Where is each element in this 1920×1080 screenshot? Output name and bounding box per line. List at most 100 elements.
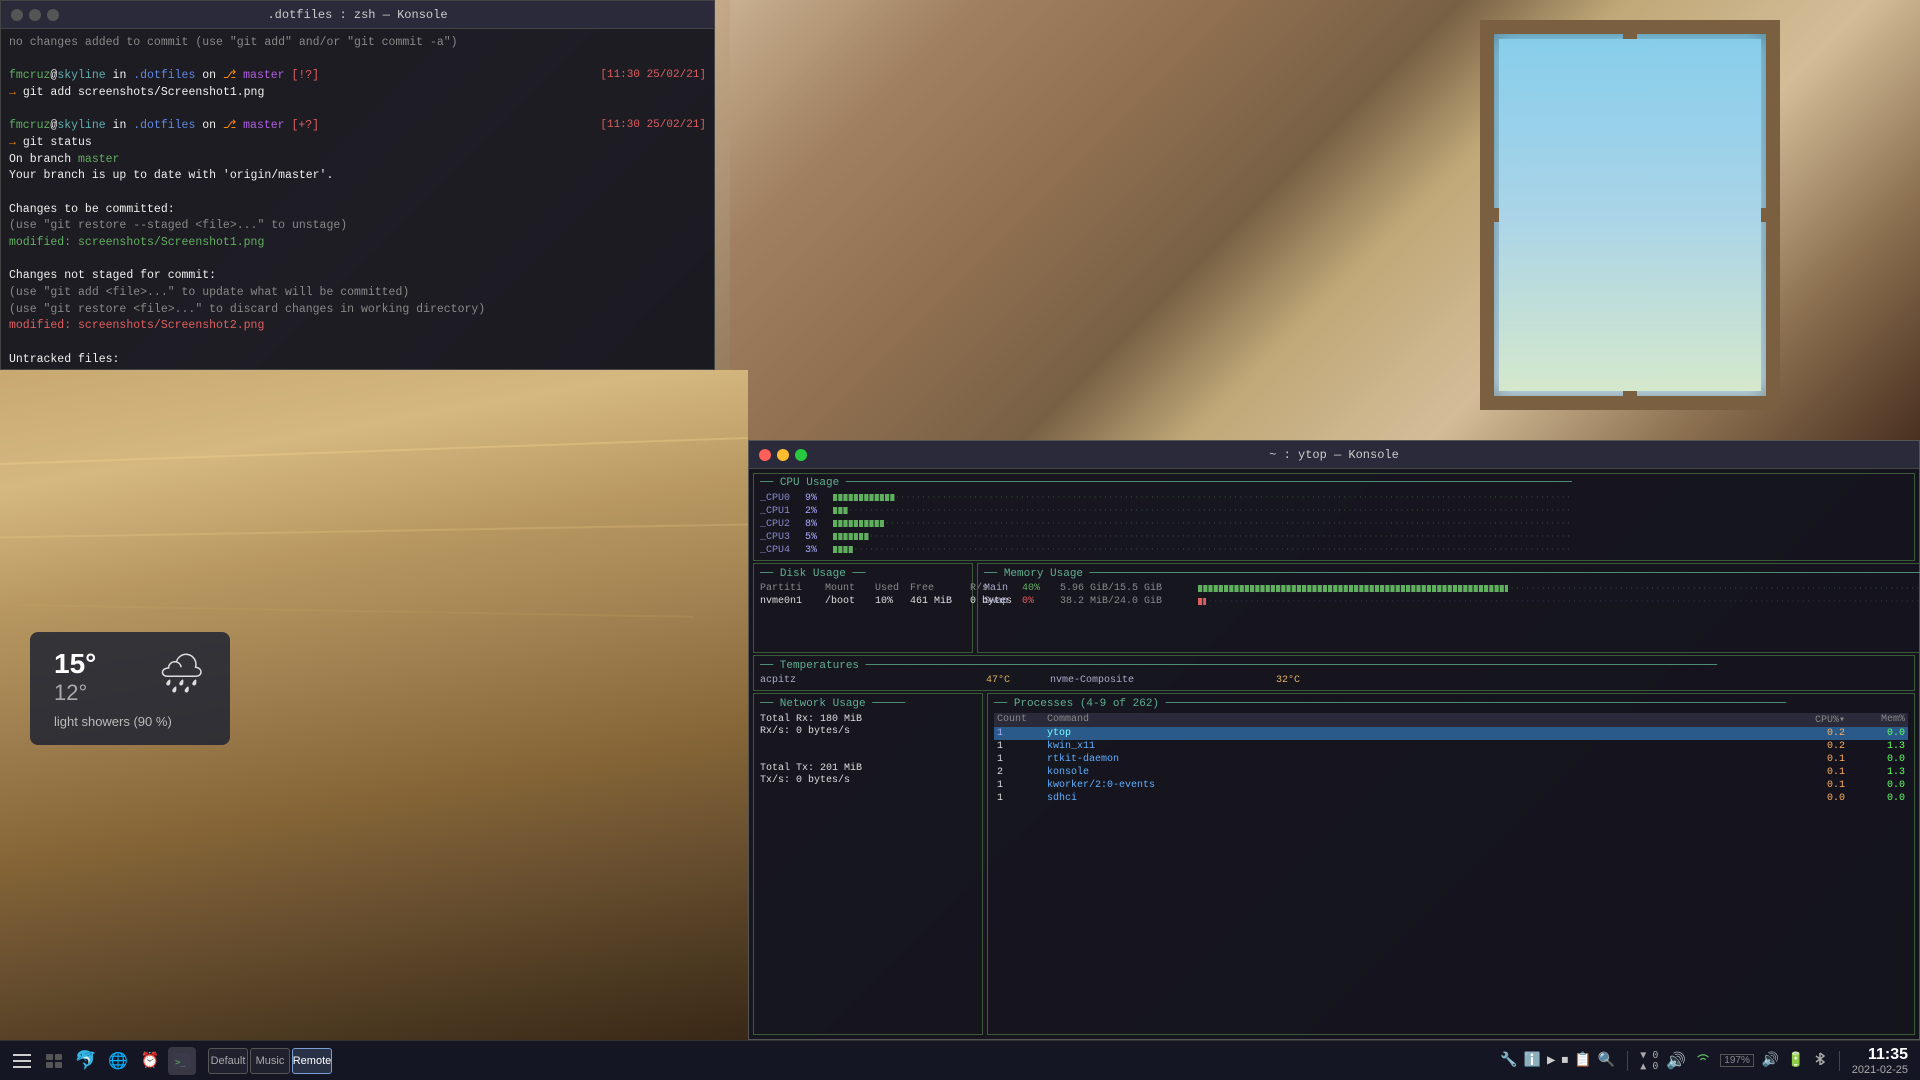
proc-count-1: 1 xyxy=(997,741,1047,752)
terminal-max-btn[interactable] xyxy=(47,9,59,21)
proc-cpu-2: 0.1 xyxy=(1775,754,1845,765)
terminal-ytop-window: ~ : ytop — Konsole ── CPU Usage ────────… xyxy=(748,440,1920,1040)
cpu-bar-bg-0: ········································… xyxy=(833,494,1908,502)
cpu-bar-fill-4: ████ xyxy=(833,546,865,554)
vdesk-remote[interactable]: Remote xyxy=(292,1048,332,1074)
taskbar-terminal-icon[interactable]: >_ xyxy=(168,1047,196,1075)
term-blank-1 xyxy=(9,52,706,69)
mem-main-label: Main xyxy=(984,583,1014,594)
proc-hdr-cpu: CPU%▾ xyxy=(1775,714,1845,726)
proc-row-rtkit: 1 rtkit-daemon 0.1 0.0 xyxy=(994,753,1908,766)
cpu-pct-1: 2% xyxy=(805,506,833,517)
cpu-pct-2: 8% xyxy=(805,519,833,530)
cpu-label-3: _CPU3 xyxy=(760,532,805,543)
cpu-pct-4: 3% xyxy=(805,545,833,556)
memory-title: ── Memory Usage ────────────────────────… xyxy=(984,568,1920,580)
network-title: ── Network Usage ───── xyxy=(760,698,976,710)
proc-cmd-0: ytop xyxy=(1047,728,1775,739)
term-line-1: no changes added to commit (use "git add… xyxy=(9,35,706,52)
network-section: ── Network Usage ───── Total Rx: 180 MiB… xyxy=(753,693,983,1035)
mem-main-row: Main 40% 5.96 GiB/15.5 GiB ·············… xyxy=(984,583,1920,594)
taskbar-browser-icon[interactable]: 🌐 xyxy=(104,1047,132,1075)
vdesk-music[interactable]: Music xyxy=(250,1048,290,1074)
bluetooth-icon[interactable] xyxy=(1813,1051,1827,1070)
tray-play-icon[interactable]: ▶ xyxy=(1547,1052,1555,1069)
weather-icon: 🌧 xyxy=(158,652,206,698)
tray-info-icon[interactable]: ℹ️ xyxy=(1524,1052,1541,1069)
term-uptodate: Your branch is up to date with 'origin/m… xyxy=(9,168,706,185)
cpu-section: ── CPU Usage ───────────────────────────… xyxy=(753,473,1915,561)
temp-nvme-value: 32°C xyxy=(1276,675,1300,686)
cpu-bar-bg-2: ········································… xyxy=(833,520,1908,528)
term-cmdtext-2: git status xyxy=(23,136,92,149)
ruins-window xyxy=(1480,20,1780,410)
term-on-1: on xyxy=(195,69,223,82)
term-ts-1: [11:30 25/02/21] xyxy=(600,68,706,85)
memory-section: ── Memory Usage ────────────────────────… xyxy=(977,563,1920,653)
battery-icon[interactable]: 🔋 xyxy=(1787,1052,1804,1069)
proc-mem-2: 0.0 xyxy=(1845,754,1905,765)
cpu-bar-bg-3: ········································… xyxy=(833,533,1908,541)
taskbar-pager-icon[interactable] xyxy=(40,1047,68,1075)
term-untracked: Untracked files: xyxy=(9,352,706,369)
ytop-title: ~ : ytop — Konsole xyxy=(1269,448,1399,462)
disk-hdr-part: Partiti xyxy=(760,583,825,594)
term-prompt-line-2: fmcruz@skyline in .dotfiles on ⎇ master … xyxy=(9,118,706,135)
net-rx-rate: Rx/s: 0 bytes/s xyxy=(760,726,976,737)
terminal-shell-icon: >_ xyxy=(173,1053,191,1069)
net-speed-down: ▼ 0 xyxy=(1640,1050,1658,1061)
tray-clipboard-icon[interactable]: 📋 xyxy=(1574,1052,1591,1069)
terminal-main-titlebar[interactable]: .dotfiles : zsh — Konsole xyxy=(1,1,714,29)
taskbar-clock-icon[interactable]: ⏰ xyxy=(136,1047,164,1075)
cpu-bar-4: ········································… xyxy=(833,546,1908,554)
processes-section: ── Processes (4-9 of 262) ──────────────… xyxy=(987,693,1915,1035)
vdesk-default-label: Default xyxy=(211,1055,246,1067)
temp-nvme-label: nvme-Composite xyxy=(1050,675,1134,686)
term-include-hint: (use "git add <file>..." to include in w… xyxy=(9,368,706,369)
ytop-close-btn[interactable] xyxy=(759,449,771,461)
term-unstage-hint: (use "git restore --staged <file>..." to… xyxy=(9,218,706,235)
term-modified-1: modified: screenshots/Screenshot1.png xyxy=(9,235,706,252)
proc-cpu-5: 0.0 xyxy=(1775,793,1845,804)
vdesk-default[interactable]: Default xyxy=(208,1048,248,1074)
proc-row-konsole: 2 konsole 0.1 1.3 xyxy=(994,766,1908,779)
ytop-titlebar[interactable]: ~ : ytop — Konsole xyxy=(749,441,1919,469)
term-mod-text-1: modified: screenshots/Screenshot1.png xyxy=(9,236,264,249)
taskbar-dolphin-icon[interactable]: 🐬 xyxy=(72,1047,100,1075)
disk-hdr-used: Used xyxy=(875,583,910,594)
term-modified-2: modified: screenshots/Screenshot2.png xyxy=(9,318,706,335)
network-speed: ▼ 0 ▲ 0 xyxy=(1640,1050,1658,1072)
cpu-row-1: _CPU1 2% ·······························… xyxy=(760,505,1908,517)
weather-top: 15° 12° 🌧 xyxy=(54,648,206,706)
bottom-section-row: ── Network Usage ───── Total Rx: 180 MiB… xyxy=(753,693,1915,1035)
term-branch-icon-2: ⎇ xyxy=(223,119,243,132)
volume-icon[interactable]: 🔊 xyxy=(1666,1051,1686,1071)
network-wifi-icon[interactable] xyxy=(1694,1051,1712,1070)
term-update-text: (use "git add <file>..." to update what … xyxy=(9,286,409,299)
term-changes-unstaged: Changes not staged for commit: xyxy=(9,268,706,285)
disk-used-pct: 10% xyxy=(875,596,910,607)
tray-search-icon[interactable]: 🔍 xyxy=(1598,1052,1615,1069)
cpu-bar-2: ········································… xyxy=(833,520,1908,528)
terminal-close-btn[interactable] xyxy=(11,9,23,21)
cpu-row-3: _CPU3 5% ·······························… xyxy=(760,531,1908,543)
tray-stop-icon[interactable]: ⏹ xyxy=(1561,1053,1568,1069)
temp-acpitz-value: 47°C xyxy=(986,675,1010,686)
term-branch-1: master xyxy=(243,69,284,82)
disk-section: ── Disk Usage ── Partiti Mount Used Free… xyxy=(753,563,973,653)
terminal-min-btn[interactable] xyxy=(29,9,41,21)
mem-swap-bar-bg: ········································… xyxy=(1198,598,1920,606)
ytop-min-btn[interactable] xyxy=(777,449,789,461)
ytop-max-btn[interactable] xyxy=(795,449,807,461)
disk-title-text: Disk Usage xyxy=(780,568,846,580)
tray-tools-icon[interactable]: 🔧 xyxy=(1500,1052,1517,1069)
net-speed-up: ▲ 0 xyxy=(1640,1061,1658,1072)
term-host-1: skyline xyxy=(57,69,105,82)
disk-hdr-mount: Mount xyxy=(825,583,875,594)
ytop-content: ── CPU Usage ───────────────────────────… xyxy=(749,469,1919,1039)
app-menu-icon[interactable] xyxy=(8,1047,36,1075)
proc-row-kwin: 1 kwin_x11 0.2 1.3 xyxy=(994,740,1908,753)
term-cmd-2: → git status xyxy=(9,135,706,152)
clock[interactable]: 11:35 2021-02-25 xyxy=(1852,1046,1908,1076)
volume-speaker-icon[interactable]: 🔊 xyxy=(1762,1052,1779,1069)
